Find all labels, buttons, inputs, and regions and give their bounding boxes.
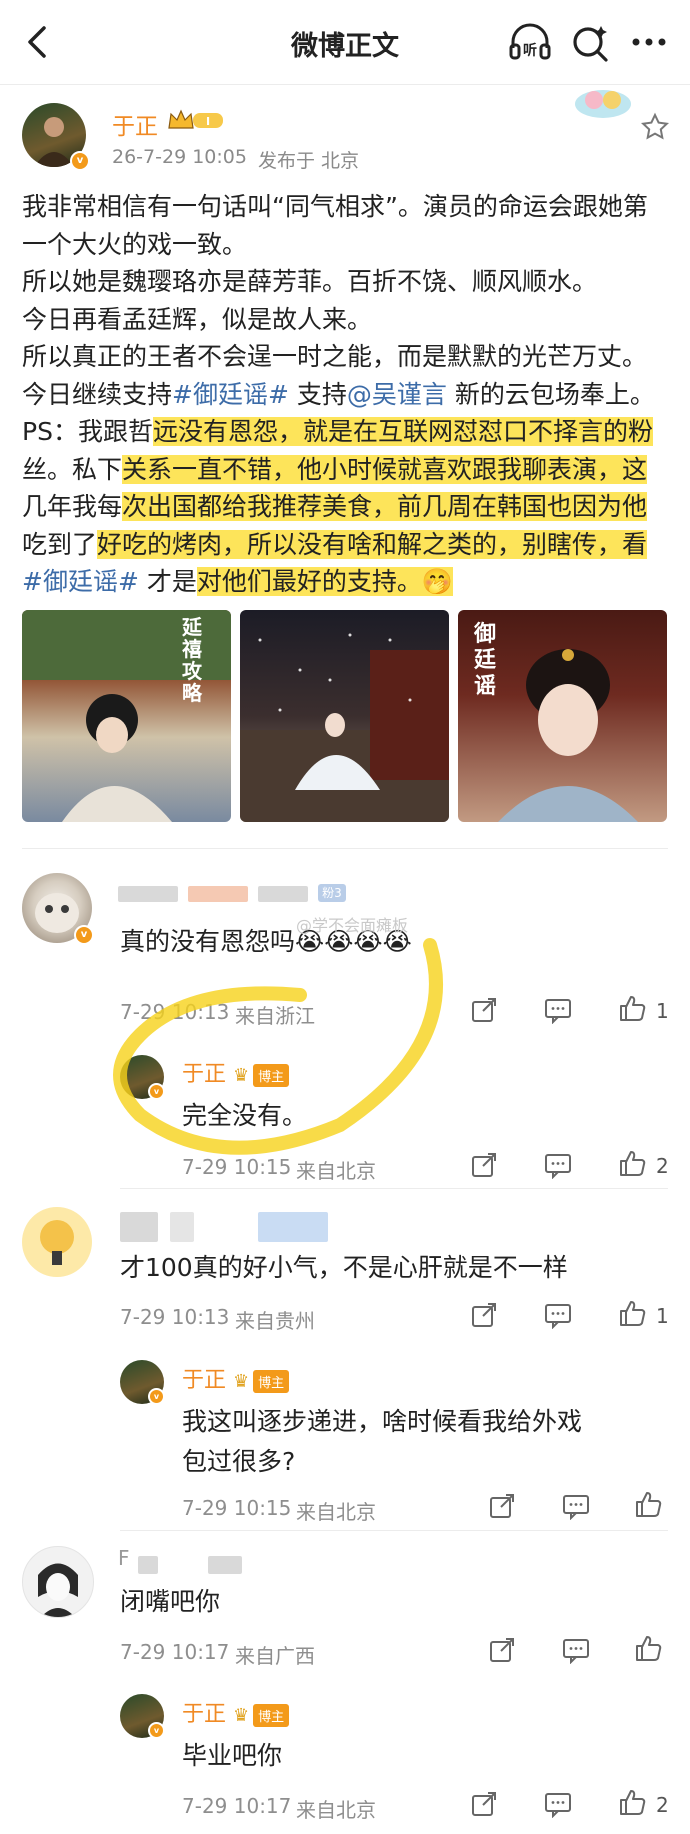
like-thumb-icon[interactable] [634, 1490, 662, 1518]
post-photo-1[interactable]: 延禧攻略 [22, 610, 231, 822]
like-count: 2 [656, 1793, 669, 1817]
post-photo-2[interactable] [240, 610, 449, 822]
blurred-username [188, 886, 248, 902]
reply-location: 来自北京 [296, 1500, 376, 1524]
post-location: 发布于 北京 [258, 150, 360, 172]
reply-author[interactable]: 于正 ♛ 博主 [182, 1362, 290, 1394]
reply-text: 包过很多? [182, 1447, 296, 1476]
post-line: 今日再看孟廷辉，似是故人来。 [22, 304, 373, 334]
like-count: 1 [656, 999, 669, 1023]
comment-icon[interactable] [544, 1301, 572, 1329]
like-thumb-icon[interactable] [618, 1788, 646, 1816]
comment-icon[interactable] [562, 1636, 590, 1664]
like-thumb-icon[interactable] [618, 1149, 646, 1177]
share-icon[interactable] [488, 1492, 516, 1520]
comment-location: 来自贵州 [235, 1309, 315, 1333]
section-divider [120, 1188, 668, 1189]
like-count: 1 [656, 1304, 669, 1328]
author-name[interactable]: 于正 [112, 107, 158, 141]
svg-text:I: I [206, 115, 210, 128]
post-content: 我非常相信有一句话叫“同气相求”。演员的命运会跟她第 一个大火的戏一致。 所以她… [22, 188, 672, 601]
search-icon[interactable] [568, 22, 612, 62]
share-icon[interactable] [470, 1151, 498, 1179]
blurred-username [208, 1556, 242, 1574]
blogger-badge: 博主 [253, 1369, 290, 1393]
favorite-star-icon[interactable] [640, 112, 670, 142]
hashtag-link[interactable]: #御廷谣# [172, 380, 289, 409]
crown-icon: ♛ [233, 1371, 250, 1392]
comment-icon[interactable] [562, 1492, 590, 1520]
like-thumb-icon[interactable] [634, 1634, 662, 1662]
crown-icon: ♛ [233, 1705, 250, 1726]
photo-title-text: 延禧攻略 [182, 615, 202, 705]
highlighted-text: 次出国都给我推荐美食，前几周在韩国也因为他 [122, 492, 648, 521]
reply-text: 毕业吧你 [182, 1741, 283, 1770]
post-line: 一个大火的戏一致。 [22, 229, 248, 259]
reply-time: 7-29 10:17 [182, 1794, 292, 1818]
post-line: 丝。私下关系一直不错，他小时候就喜欢跟我聊表演，这 [22, 454, 648, 484]
post-line: 所以她是魏璎珞亦是薛芳菲。百折不饶、顺风顺水。 [22, 267, 598, 296]
mention-link[interactable]: @吴谨言 [347, 380, 447, 409]
blurred-username [120, 1212, 158, 1242]
share-icon[interactable] [470, 996, 498, 1024]
blurred-username [170, 1212, 194, 1242]
verified-badge-icon: v [74, 925, 94, 945]
section-divider [22, 848, 668, 849]
commenter-name-prefix: F [118, 1546, 130, 1570]
comment-text: 才100真的好小气，不是心肝就是不一样 [120, 1253, 568, 1282]
verified-badge-icon: v [70, 151, 90, 171]
section-divider [120, 1530, 668, 1531]
blurred-username [138, 1556, 158, 1574]
photo-title-text: 御廷谣 [474, 622, 497, 699]
highlighted-text: 对他们最好的支持。🤭 [196, 567, 454, 596]
more-options-icon[interactable] [628, 22, 672, 62]
like-thumb-icon[interactable] [618, 1299, 646, 1327]
blurred-username [258, 1212, 328, 1242]
post-line: 几年我每次出国都给我推荐美食，前几周在韩国也因为他 [22, 492, 648, 521]
share-icon[interactable] [470, 1301, 498, 1329]
vip-crown-icon: I [167, 108, 227, 132]
post-line: PS：我跟哲远没有恩怨，就是在互联网怼怼口不择言的粉 [22, 417, 653, 446]
reply-author[interactable]: 于正 ♛ 博主 [182, 1696, 290, 1728]
highlighted-text: 关系一直不错，他小时候就喜欢跟我聊表演，这 [122, 454, 648, 484]
comment-location: 来自广西 [235, 1644, 315, 1668]
post-line: #御廷谣# 才是对他们最好的支持。🤭 [22, 567, 454, 596]
reply-text: 我这叫逐步递进，啥时候看我给外戏 [182, 1407, 583, 1436]
post-photo-3[interactable]: 御廷谣 [458, 610, 667, 822]
yellow-circle-annotation [113, 938, 443, 1155]
comment-time: 7-29 10:17 [120, 1640, 230, 1664]
comment-icon[interactable] [544, 1790, 572, 1818]
like-count: 2 [656, 1154, 669, 1178]
comment-icon[interactable] [544, 1151, 572, 1179]
post-line: 吃到了好吃的烤肉，所以没有啥和解之类的，别瞎传，看 [22, 529, 648, 559]
svg-text:听: 听 [523, 42, 537, 59]
comment-text: 闭嘴吧你 [120, 1587, 221, 1616]
hashtag-link[interactable]: #御廷谣# [22, 567, 139, 596]
comment-time: 7-29 10:13 [120, 1305, 230, 1329]
cover-mouth-emoji-icon: 🤭 [421, 567, 454, 596]
share-icon[interactable] [470, 1790, 498, 1818]
blurred-username [118, 886, 178, 902]
blogger-badge: 博主 [253, 1703, 290, 1727]
comment-icon[interactable] [544, 996, 572, 1024]
highlighted-text: 好吃的烤肉，所以没有啥和解之类的，别瞎传，看 [97, 529, 648, 559]
verified-badge-icon: v [148, 1388, 165, 1405]
reply-location: 来自北京 [296, 1798, 376, 1822]
highlighted-text: 远没有恩怨，就是在互联网怼怼口不择言的粉 [152, 417, 653, 446]
share-icon[interactable] [488, 1636, 516, 1664]
fan-badge: 粉3 [318, 884, 346, 902]
post-line: 今日继续支持#御廷谣# 支持@吴谨言 新的云包场奉上。 [22, 379, 655, 409]
sticker-decoration-icon [572, 82, 634, 120]
post-timestamp: 26-7-29 10:05 [112, 146, 247, 168]
like-thumb-icon[interactable] [618, 994, 646, 1022]
commenter-avatar[interactable] [22, 1546, 94, 1618]
reply-time: 7-29 10:15 [182, 1496, 292, 1520]
top-bar: 微博正文 听 [0, 0, 690, 84]
verified-badge-icon: v [148, 1722, 165, 1739]
post-line: 我非常相信有一句话叫“同气相求”。演员的命运会跟她第 [22, 192, 648, 221]
listen-headphones-icon[interactable]: 听 [508, 22, 552, 62]
post-line: 所以真正的王者不会逞一时之能，而是默默的光芒万丈。 [22, 342, 648, 371]
commenter-avatar[interactable] [22, 1207, 92, 1277]
blurred-username [258, 886, 308, 902]
